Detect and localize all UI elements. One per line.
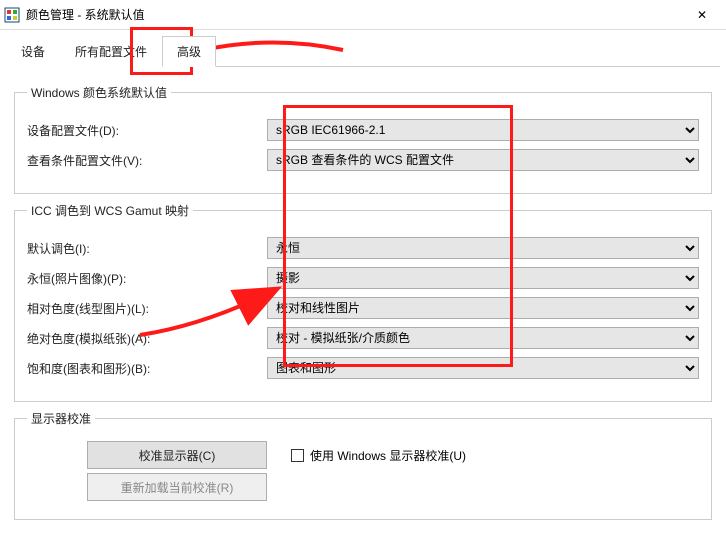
perceptual-select[interactable]: 摄影 [267, 267, 699, 289]
viewing-profile-select[interactable]: sRGB 查看条件的 WCS 配置文件 [267, 149, 699, 171]
absolute-colorimetric-select[interactable]: 校对 - 模拟纸张/介质颜色 [267, 327, 699, 349]
tab-advanced[interactable]: 高级 [162, 36, 216, 67]
group-icc-gamut-legend: ICC 调色到 WCS Gamut 映射 [27, 202, 193, 219]
group-display-calibration: 显示器校准 校准显示器(C) 使用 Windows 显示器校准(U) 重新加载当… [14, 410, 712, 520]
window-title: 颜色管理 - 系统默认值 [26, 6, 682, 23]
relative-colorimetric-select[interactable]: 校对和线性图片 [267, 297, 699, 319]
relative-colorimetric-label: 相对色度(线型图片)(L): [27, 300, 267, 317]
group-windows-defaults-legend: Windows 颜色系统默认值 [27, 84, 171, 101]
tab-all-profiles[interactable]: 所有配置文件 [60, 36, 162, 67]
app-icon [4, 7, 20, 23]
absolute-colorimetric-label: 绝对色度(模拟纸张)(A): [27, 330, 267, 347]
reload-calibration-button: 重新加载当前校准(R) [87, 473, 267, 501]
group-display-calibration-legend: 显示器校准 [27, 410, 95, 427]
use-windows-calibration-checkbox[interactable]: 使用 Windows 显示器校准(U) [291, 447, 466, 464]
saturation-select[interactable]: 图表和图形 [267, 357, 699, 379]
viewing-profile-label: 查看条件配置文件(V): [27, 152, 267, 169]
tab-device[interactable]: 设备 [6, 36, 60, 67]
close-button[interactable]: ✕ [682, 1, 722, 29]
calibrate-display-button[interactable]: 校准显示器(C) [87, 441, 267, 469]
saturation-label: 饱和度(图表和图形)(B): [27, 360, 267, 377]
default-rendering-select[interactable]: 永恒 [267, 237, 699, 259]
device-profile-label: 设备配置文件(D): [27, 122, 267, 139]
group-windows-defaults: Windows 颜色系统默认值 设备配置文件(D): sRGB IEC61966… [14, 84, 712, 194]
perceptual-label: 永恒(照片图像)(P): [27, 270, 267, 287]
group-icc-gamut: ICC 调色到 WCS Gamut 映射 默认调色(I): 永恒 永恒(照片图像… [14, 202, 712, 402]
use-windows-calibration-label: 使用 Windows 显示器校准(U) [310, 447, 466, 464]
device-profile-select[interactable]: sRGB IEC61966-2.1 [267, 119, 699, 141]
default-rendering-label: 默认调色(I): [27, 240, 267, 257]
close-icon: ✕ [697, 8, 707, 22]
checkbox-icon [291, 449, 304, 462]
